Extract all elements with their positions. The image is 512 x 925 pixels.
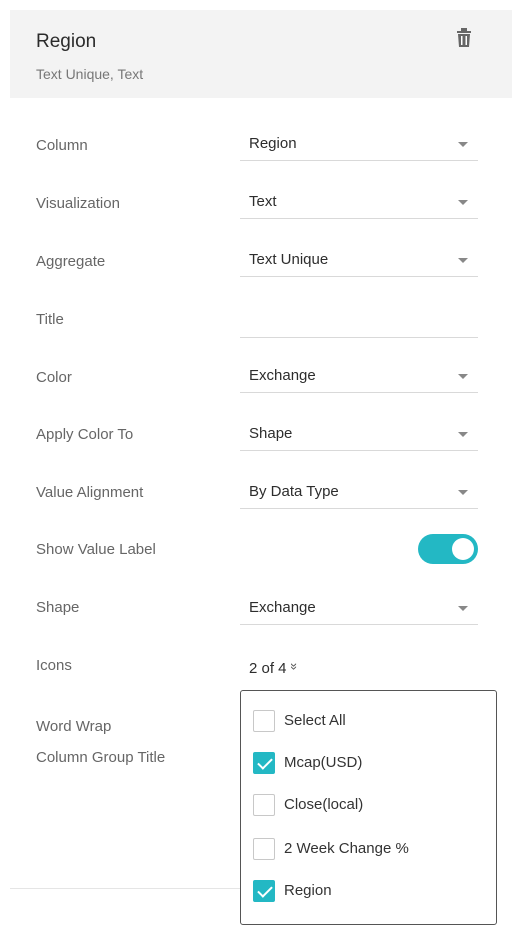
chevron-down-icon (458, 374, 468, 379)
option-label: Select All (284, 712, 346, 729)
chevron-down-icon (458, 606, 468, 611)
checkbox-checked[interactable] (253, 752, 275, 774)
column-label: Column (36, 137, 88, 154)
title-input[interactable] (240, 304, 478, 338)
icons-label: Icons (36, 657, 72, 674)
color-select[interactable]: Exchange (240, 359, 478, 393)
visualization-value: Text (249, 193, 277, 210)
apply-color-to-select[interactable]: Shape (240, 417, 478, 451)
checkbox-checked[interactable] (253, 880, 275, 902)
value-alignment-select[interactable]: By Data Type (240, 475, 478, 509)
aggregate-label: Aggregate (36, 253, 106, 270)
chevron-down-icon (458, 490, 468, 495)
word-wrap-label: Word Wrap (36, 718, 112, 735)
option-region[interactable]: Region (253, 879, 483, 905)
apply-color-to-value: Shape (249, 425, 293, 442)
color-value: Exchange (249, 367, 316, 384)
checkbox[interactable] (253, 838, 275, 860)
chevron-down-icon (458, 142, 468, 147)
shape-value: Exchange (249, 599, 316, 616)
apply-color-to-label: Apply Color To (36, 426, 134, 443)
checkbox[interactable] (253, 710, 275, 732)
chevron-down-icon (458, 258, 468, 263)
visualization-select[interactable]: Text (240, 185, 478, 219)
value-alignment-label: Value Alignment (36, 484, 144, 501)
icons-multiselect[interactable]: 2 of 4 (249, 660, 287, 677)
option-2-week-change[interactable]: 2 Week Change % (253, 837, 483, 863)
shape-select[interactable]: Exchange (240, 591, 478, 625)
value-alignment-value: By Data Type (249, 483, 339, 500)
trash-icon[interactable] (456, 28, 472, 48)
toggle-knob (452, 538, 474, 560)
option-label: Region (284, 882, 332, 899)
show-value-label-label: Show Value Label (36, 541, 156, 558)
column-title: Region (36, 31, 97, 52)
column-subtitle: Text Unique, Text (36, 66, 144, 82)
color-label: Color (36, 369, 72, 386)
option-close-local[interactable]: Close(local) (253, 793, 483, 819)
option-label: Close(local) (284, 796, 364, 813)
shape-label: Shape (36, 599, 80, 616)
option-mcap-usd[interactable]: Mcap(USD) (253, 751, 483, 777)
show-value-label-toggle[interactable] (418, 534, 478, 564)
icons-dropdown: Select All Mcap(USD) Close(local) 2 Week… (240, 690, 497, 925)
column-header: Region Text Unique, Text (10, 10, 512, 98)
double-chevron-down-icon[interactable]: » (287, 663, 302, 670)
title-label: Title (36, 311, 64, 328)
option-label: 2 Week Change % (284, 840, 409, 857)
option-select-all[interactable]: Select All (253, 709, 483, 735)
chevron-down-icon (458, 200, 468, 205)
column-select[interactable]: Region (240, 127, 478, 161)
visualization-label: Visualization (36, 195, 120, 212)
column-value: Region (249, 135, 297, 152)
option-label: Mcap(USD) (284, 754, 363, 771)
checkbox[interactable] (253, 794, 275, 816)
column-group-title-label: Column Group Title (36, 749, 166, 766)
chevron-down-icon (458, 432, 468, 437)
aggregate-value: Text Unique (249, 251, 329, 268)
divider (10, 888, 240, 889)
aggregate-select[interactable]: Text Unique (240, 243, 478, 277)
